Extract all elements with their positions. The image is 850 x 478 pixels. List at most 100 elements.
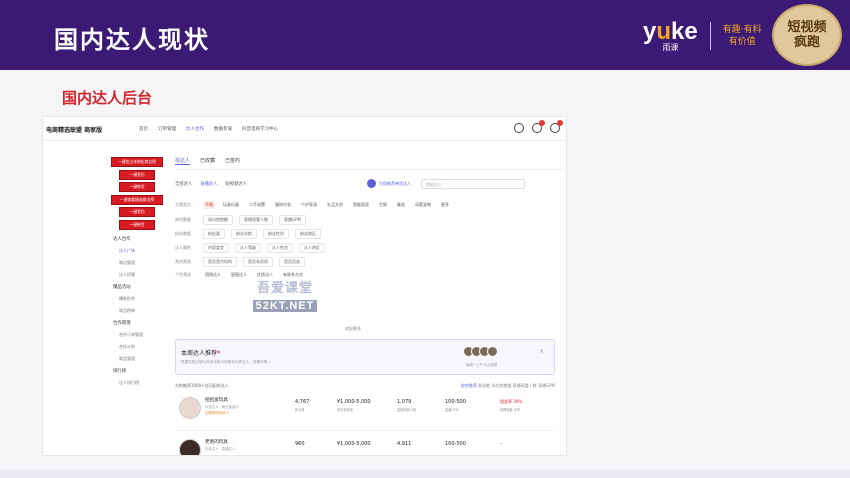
influencer-name[interactable]: 老爸的玩具: [205, 439, 228, 445]
filter-chip[interactable]: 礼品文创: [325, 201, 345, 209]
filter-select[interactable]: 是否签约机构: [203, 257, 237, 267]
result-sort-bar: 为你推荐1000+位匹配的达人 综合推荐 粉丝数 场均销售额 直播观看人数 直播…: [175, 383, 555, 389]
filter-select[interactable]: 粉丝性别: [263, 229, 289, 239]
sidebar-item[interactable]: 商品管理: [111, 356, 167, 362]
nav-item[interactable]: 订单管理: [158, 126, 176, 132]
sidebar-section-title[interactable]: 爆品活动: [111, 284, 167, 290]
section-subtitle: 国内达人后台: [62, 89, 153, 107]
slide-header: 国内达人现状 yuke 雨课 有趣·有料 有价值 短视频 疯跑: [0, 0, 850, 70]
influencer-card[interactable]: 招招爱玩具 抖音达人 · 粉丝量适中 近期带货商品 > 4,767 粉丝量 ¥1…: [175, 393, 555, 431]
filter-chip[interactable]: 服饰内衣: [273, 201, 293, 209]
sort-option-active[interactable]: 综合推荐: [461, 383, 477, 388]
more-categories-link[interactable]: 更多: [439, 201, 451, 209]
promo-button[interactable]: 一键带货: [119, 219, 155, 230]
filter-row: 带货数据 场均销售额 直播观看人数 直播GPM: [175, 215, 306, 225]
filter-label: 达人属性: [175, 245, 191, 250]
sidebar-item[interactable]: 合作订单管理: [111, 332, 167, 338]
stat-label: 直播观看人数: [397, 408, 417, 412]
message-icon[interactable]: [532, 120, 545, 133]
influencer-card[interactable]: 老爸的玩具 抖音达人 · 直播达人 960 ¥1,000-5,000 4,911…: [175, 435, 555, 455]
influencer-tag[interactable]: 近期带货商品 >: [205, 410, 229, 415]
filter-select[interactable]: 场均销售额: [203, 215, 233, 225]
sidebar-item[interactable]: 达人招募: [111, 272, 167, 278]
filter-chip[interactable]: 玩具乐器: [221, 201, 241, 209]
tab-find-influencer[interactable]: 找达人: [175, 157, 191, 165]
tab-signed[interactable]: 已签约: [225, 157, 240, 165]
filter-chip[interactable]: 二手闲置: [247, 201, 267, 209]
influencer-name[interactable]: 招招爱玩具: [205, 397, 228, 403]
nav-item[interactable]: 数据参谋: [214, 126, 232, 132]
filter-row: 达人属性 内容类型 达人等级 达人性别 达人地区: [175, 243, 325, 253]
tab-favorites[interactable]: 已收藏: [200, 157, 215, 165]
collapse-filters-link[interactable]: 收起更多: [345, 326, 361, 332]
sort-option[interactable]: 场均销售额: [491, 383, 511, 388]
stat-fans: 960: [295, 441, 305, 447]
promo-button[interactable]: 一键签约: [119, 169, 155, 180]
filter-select[interactable]: 直播观看人数: [239, 215, 273, 225]
badge-line: 短视频: [787, 20, 827, 35]
sidebar-item-active[interactable]: 达人广场: [111, 248, 167, 254]
stat-label: 推荐指数 优质: [500, 408, 521, 412]
type-filter-video[interactable]: 短视频达人: [225, 181, 246, 187]
filter-select[interactable]: 达人性别: [267, 243, 293, 253]
promo-button[interactable]: 一键带货: [119, 182, 155, 192]
search-input[interactable]: 搜索达人: [421, 179, 525, 189]
brand-slogan: 有趣·有料 有价值: [723, 24, 762, 48]
watermark: 吾爱课堂 52KT.NET: [235, 277, 335, 314]
filter-row: 其他筛选 是否签约机构 是否有资质 是否优选: [175, 257, 305, 267]
filter-select[interactable]: 粉丝量: [203, 229, 225, 239]
filter-select[interactable]: 粉丝年龄: [231, 229, 257, 239]
app-name: 电商精选联盟 商家版: [46, 127, 103, 134]
filter-chip[interactable]: 母婴宠物: [413, 201, 433, 209]
filter-select[interactable]: 直播GPM: [279, 215, 306, 225]
stat-viewers: 1,079: [397, 399, 412, 405]
sort-option[interactable]: 直播观看人数: [513, 383, 537, 388]
type-filter-all[interactable]: 全部达人: [175, 181, 192, 187]
filter-chip[interactable]: 智能家居: [351, 201, 371, 209]
stat-fans: 4,767: [295, 399, 310, 405]
sidebar-section-title[interactable]: 合作管理: [111, 320, 167, 326]
filter-select[interactable]: 达人等级: [235, 243, 261, 253]
promo-button[interactable]: 一键抢占本地化商达榜: [111, 157, 163, 167]
slogan-line: 有趣·有料: [722, 25, 762, 35]
filter-chip[interactable]: 美妆: [395, 201, 407, 209]
promo-button[interactable]: 一键查看精选商达榜: [111, 194, 163, 205]
sidebar-section-title[interactable]: 排行榜: [111, 368, 167, 374]
nav-item[interactable]: 首页: [139, 126, 148, 132]
sort-option[interactable]: 粉丝数: [478, 383, 490, 388]
sidebar-item[interactable]: 商达管理: [111, 260, 167, 266]
filter-select[interactable]: 是否有资质: [243, 257, 273, 267]
filter-chip-active[interactable]: 不限: [203, 201, 215, 209]
type-filter-live[interactable]: 直播达人: [200, 181, 217, 187]
sidebar-item[interactable]: 商品榜单: [111, 308, 167, 314]
filter-select[interactable]: 是否优选: [279, 257, 305, 267]
main-tabs: 找达人 已收藏 已签约: [175, 157, 565, 170]
sidebar-item[interactable]: 达人排行榜: [111, 380, 167, 386]
stat-gpm: 100-500: [445, 441, 466, 447]
stat-viewers: 4,911: [397, 441, 412, 447]
filter-checkbox[interactable]: 团购达人: [203, 271, 223, 279]
sidebar-item[interactable]: 爆款秒杀: [111, 296, 167, 302]
sidebar-section-title[interactable]: 达人合作: [111, 236, 167, 242]
filter-select[interactable]: 粉丝地区: [295, 229, 321, 239]
stat-label: 粉丝量: [295, 408, 305, 412]
nav-item-active[interactable]: 达人合作: [186, 126, 204, 132]
logo-letter: y: [643, 17, 657, 45]
promo-button[interactable]: 一键签约: [119, 207, 155, 217]
filter-select[interactable]: 内容类型: [203, 243, 229, 253]
ai-recommend-pill[interactable]: 为您推荐带货达人: [367, 179, 411, 188]
sidebar-item[interactable]: 合作计划: [111, 344, 167, 350]
close-icon[interactable]: ×: [539, 348, 544, 355]
sort-option[interactable]: 直播GPM: [538, 383, 555, 388]
logo-letter-accent: u: [656, 17, 672, 45]
recommend-mark: *: [217, 350, 221, 357]
help-icon[interactable]: [514, 123, 524, 133]
filter-chip[interactable]: 个护家清: [299, 201, 319, 209]
filter-select[interactable]: 达人地区: [299, 243, 325, 253]
stat-sales: ¥1,000-5,000: [337, 399, 371, 405]
filter-chip[interactable]: 生鲜: [377, 201, 389, 209]
recommend-desc[interactable]: 根据您的店铺与商品信息为您精选优质达人，查看详情 >: [181, 360, 271, 365]
filter-label: 个性筛选: [175, 272, 191, 277]
nav-item[interactable]: 抖音电商学习中心: [242, 126, 278, 132]
bell-icon[interactable]: [550, 120, 563, 133]
